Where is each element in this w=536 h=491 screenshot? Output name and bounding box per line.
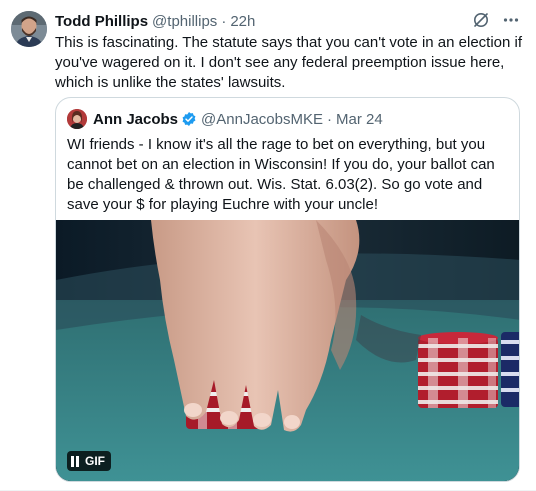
quoted-tweet-header: Ann Jacobs @AnnJacobsMKE · Mar 24: [67, 109, 508, 129]
quoted-timestamp: Mar 24: [335, 110, 383, 128]
pause-icon[interactable]: [71, 455, 79, 467]
grok-icon[interactable]: [472, 11, 490, 29]
gif-badge[interactable]: GIF: [67, 451, 111, 471]
quoted-separator-dot: ·: [326, 110, 332, 128]
author-avatar[interactable]: [11, 11, 47, 47]
more-icon[interactable]: [502, 11, 520, 29]
quoted-author-handle: @AnnJacobsMKE: [201, 110, 323, 128]
gif-label: GIF: [85, 454, 105, 468]
tweet-text: This is fascinating. The statute says th…: [55, 34, 523, 91]
tweet[interactable]: Todd Phillips @tphillips · 22h This is f…: [0, 0, 536, 491]
verified-badge-icon: [182, 112, 196, 126]
quoted-author-avatar: [67, 109, 87, 129]
quoted-author-name: Ann Jacobs: [93, 110, 179, 128]
quoted-tweet-text: WI friends - I know it's all the rage to…: [67, 136, 495, 213]
header-actions: [472, 11, 520, 29]
gif-media[interactable]: GIF: [56, 220, 519, 481]
tweet-header: Todd Phillips @tphillips · 22h: [55, 11, 520, 31]
author-handle[interactable]: @tphillips: [152, 13, 217, 30]
quoted-tweet[interactable]: Ann Jacobs @AnnJacobsMKE · Mar 24 WI fri…: [55, 97, 520, 482]
timestamp[interactable]: 22h: [230, 13, 255, 30]
author-name[interactable]: Todd Phillips: [55, 13, 148, 30]
separator-dot: ·: [221, 12, 227, 30]
gif-frame-image: [56, 220, 519, 481]
